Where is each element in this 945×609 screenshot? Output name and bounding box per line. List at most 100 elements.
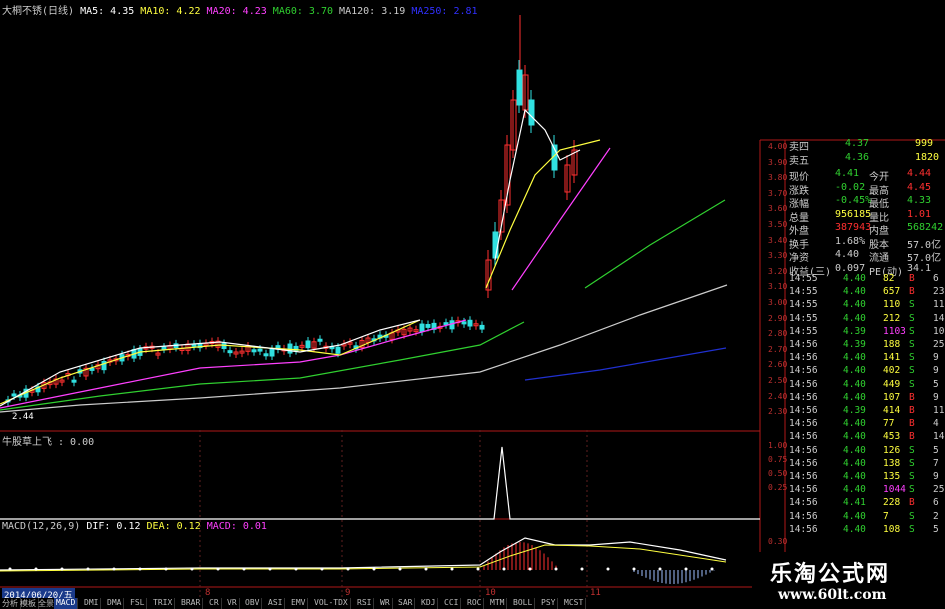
indicator-tab[interactable]: OBV bbox=[243, 598, 263, 609]
macd-dot bbox=[372, 567, 376, 571]
indicator-tab[interactable]: KDJ bbox=[419, 598, 439, 609]
macd-dot bbox=[320, 567, 324, 571]
stat-row: 外盘 387943 内盘 568242 bbox=[787, 222, 945, 237]
moving-average-lines bbox=[0, 108, 728, 413]
tick-time: 14:56 bbox=[789, 444, 818, 456]
macd-dot bbox=[476, 567, 480, 571]
tick-row[interactable]: 14:56 4.40 107 B 9 bbox=[787, 392, 945, 404]
candle-body bbox=[161, 346, 167, 350]
tick-row[interactable]: 14:55 4.40 657 B 23 bbox=[787, 286, 945, 298]
tick-price: 4.40 bbox=[843, 444, 866, 456]
stat-value: -0.45% bbox=[835, 195, 872, 206]
indicator-tab[interactable]: MTM bbox=[488, 598, 508, 609]
macd-dea: DEA: 0.12 bbox=[146, 521, 201, 532]
tick-price: 4.40 bbox=[843, 299, 866, 311]
tick-time: 14:55 bbox=[789, 312, 818, 324]
tick-price: 4.40 bbox=[843, 391, 866, 403]
tick-count: 23 bbox=[933, 286, 945, 298]
ask-row: 卖四 4.37 999 bbox=[787, 138, 945, 153]
tick-row[interactable]: 14:56 4.40 135 S 9 bbox=[787, 471, 945, 483]
tick-direction: S bbox=[909, 378, 915, 390]
indicator-tab[interactable]: TRIX bbox=[151, 598, 176, 609]
tick-row[interactable]: 14:56 4.39 414 B 11 bbox=[787, 405, 945, 417]
tick-direction: B bbox=[909, 273, 915, 284]
indicator-tab[interactable]: EMV bbox=[289, 598, 309, 609]
tick-time: 14:55 bbox=[789, 325, 818, 337]
tick-row[interactable]: 14:56 4.41 228 B 6 bbox=[787, 497, 945, 509]
tick-time: 14:56 bbox=[789, 365, 818, 377]
candle-body bbox=[425, 324, 431, 328]
legend-ma20: MA20: 4.23 bbox=[206, 6, 267, 17]
tick-row[interactable]: 14:56 4.40 453 B 14 bbox=[787, 431, 945, 443]
tick-volume: 453 bbox=[883, 431, 901, 443]
macd-legend: MACD(12,26,9) DIF: 0.12 DEA: 0.12 MACD: … bbox=[2, 521, 267, 532]
indicator-tab[interactable]: PSY bbox=[539, 598, 559, 609]
tick-time: 14:55 bbox=[789, 273, 818, 284]
ma60-line bbox=[584, 199, 726, 289]
tick-row[interactable]: 14:55 4.40 212 S 14 bbox=[787, 313, 945, 325]
tick-row[interactable]: 14:55 4.40 82 B 6 bbox=[787, 273, 945, 285]
tick-row[interactable]: 14:56 4.40 449 S 5 bbox=[787, 379, 945, 391]
macd-dot bbox=[112, 567, 116, 571]
tick-row[interactable]: 14:55 4.40 110 S 11 bbox=[787, 299, 945, 311]
tick-direction: B bbox=[909, 431, 915, 443]
tick-row[interactable]: 14:56 4.40 1044 S 25 bbox=[787, 484, 945, 496]
price-tick-label: 2.50 bbox=[768, 376, 788, 385]
indicator-tab[interactable]: ROC bbox=[465, 598, 485, 609]
legend-ma10: MA10: 4.22 bbox=[140, 6, 201, 17]
tick-direction: S bbox=[909, 339, 915, 350]
tick-time: 14:56 bbox=[789, 405, 818, 416]
tick-row[interactable]: 14:56 4.40 141 S 9 bbox=[787, 352, 945, 364]
indicator-tab[interactable]: WR bbox=[378, 598, 393, 609]
indicator-tab[interactable]: BOLL bbox=[511, 598, 536, 609]
indicator-tab[interactable]: FSL bbox=[128, 598, 148, 609]
tick-time: 14:55 bbox=[789, 286, 818, 298]
candle-body bbox=[71, 379, 77, 383]
indicator-tick-label: 0.50 bbox=[768, 469, 788, 478]
stat-value: -0.02 bbox=[835, 181, 866, 193]
indicator-tab[interactable]: MCST bbox=[562, 598, 587, 609]
indicator-tab[interactable]: ASI bbox=[266, 598, 286, 609]
tick-price: 4.40 bbox=[843, 457, 866, 469]
tick-row[interactable]: 14:56 4.40 402 S 9 bbox=[787, 365, 945, 377]
indicator-tab[interactable]: DMA bbox=[105, 598, 125, 609]
tick-direction: B bbox=[909, 405, 915, 416]
stat-value: 4.33 bbox=[907, 195, 932, 206]
candle-body bbox=[419, 323, 425, 333]
indicator-tab[interactable]: RSI bbox=[355, 598, 375, 609]
tick-row[interactable]: 14:56 4.40 108 S 5 bbox=[787, 524, 945, 536]
indicator-tab[interactable]: VOL-TDX bbox=[312, 598, 351, 609]
candle-body bbox=[461, 321, 467, 325]
tick-direction: S bbox=[909, 523, 915, 535]
indicator-tab[interactable]: MACD bbox=[54, 598, 79, 609]
indicator-tab[interactable]: DMI bbox=[82, 598, 102, 609]
legend-ma5: MA5: 4.35 bbox=[80, 6, 135, 17]
tick-count: 25 bbox=[933, 484, 945, 496]
indicator-tab[interactable]: CCI bbox=[442, 598, 462, 609]
candle-body bbox=[251, 349, 257, 353]
price-tick-label: 3.40 bbox=[768, 235, 788, 245]
tick-count: 6 bbox=[933, 497, 939, 509]
indicator-tab[interactable]: CR bbox=[207, 598, 222, 609]
tick-row[interactable]: 14:56 4.40 138 S 7 bbox=[787, 458, 945, 470]
tick-row[interactable]: 14:56 4.40 77 B 4 bbox=[787, 418, 945, 430]
indicator-tab[interactable]: SAR bbox=[396, 598, 416, 609]
stat-value: 4.45 bbox=[907, 181, 932, 193]
tick-row[interactable]: 14:56 4.40 7 S 2 bbox=[787, 511, 945, 523]
tick-direction: S bbox=[909, 352, 915, 364]
candle-body bbox=[443, 322, 449, 326]
tick-row[interactable]: 14:56 4.40 126 S 5 bbox=[787, 445, 945, 457]
tick-price: 4.40 bbox=[843, 510, 866, 522]
indicator-tab-bar[interactable]: 分析 模板 全景 MACD DMI DMA FSL TRIX BRAR CR VR OBV ASI EMV… bbox=[0, 598, 587, 609]
indicator-title: 牛股草上飞 : 0.00 bbox=[2, 437, 95, 448]
tick-price: 4.40 bbox=[843, 431, 866, 443]
candle-body bbox=[305, 340, 311, 349]
tick-row[interactable]: 14:56 4.39 188 S 25 bbox=[787, 339, 945, 351]
indicator-tab[interactable]: VR bbox=[225, 598, 240, 609]
tick-row[interactable]: 14:55 4.39 1103 S 10 bbox=[787, 326, 945, 338]
indicator-tick-label: 1.00 bbox=[768, 441, 788, 450]
price-tick-label: 3.00 bbox=[768, 298, 788, 307]
indicator-tab[interactable]: BRAR bbox=[179, 598, 204, 609]
low-price-marker: 2.44 bbox=[12, 412, 34, 422]
stat-value: 568242 bbox=[907, 222, 944, 233]
